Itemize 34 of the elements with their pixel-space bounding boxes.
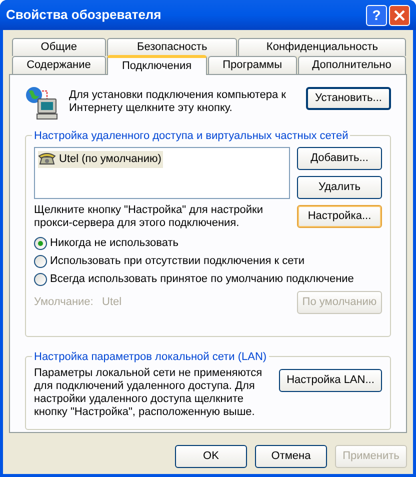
connection-item[interactable]: Utel (по умолчанию) [38, 151, 164, 168]
radio-label: Никогда не использовать [50, 236, 179, 251]
window-title: Свойства обозревателя [6, 6, 162, 24]
tab[interactable]: Содержание [12, 56, 106, 74]
default-label: Умолчание: [34, 295, 94, 310]
dialup-button[interactable]: Удалить [297, 176, 382, 199]
help-button[interactable]: ? [366, 4, 387, 26]
close-icon [394, 10, 405, 20]
tab[interactable]: Программы [208, 56, 297, 74]
tab[interactable]: Подключения [106, 55, 207, 75]
telephone-icon [38, 152, 56, 166]
tab[interactable]: Безопасность [106, 38, 238, 56]
group-legend: Настройка параметров локальной сети (LAN) [32, 349, 269, 366]
group-legend: Настройка удаленного доступа и виртуальных частных сетей [32, 128, 350, 144]
tab[interactable]: Общие [12, 38, 106, 56]
close-button[interactable] [389, 4, 410, 26]
tab[interactable]: Конфиденциальность [238, 38, 406, 56]
proxy-description: Щелкните кнопку "Настройка" для настройки прокси-сервера для этого подключения. [34, 204, 264, 230]
settings-button[interactable]: Настройка... [297, 205, 382, 228]
tab[interactable]: Дополнительно [298, 56, 406, 74]
dialog-button[interactable]: Отмена [255, 445, 327, 468]
setup-description: Для установки подключения компьютера к Интернету щелкните эту кнопку. [69, 89, 287, 115]
computer-globe-icon [25, 86, 59, 120]
radio-button[interactable] [34, 272, 47, 286]
lan-settings-button[interactable]: Настройка LAN... [279, 369, 382, 392]
radio-button[interactable] [34, 254, 47, 268]
radio-button[interactable] [34, 236, 47, 250]
dialup-button[interactable]: Добавить... [297, 147, 382, 170]
default-value: Utel [102, 295, 122, 310]
dialog-button[interactable]: OK [175, 445, 247, 468]
setup-button[interactable]: Установить... [306, 87, 391, 110]
radio-label: Всегда использовать принятое по умолчанию подключение [50, 272, 354, 287]
lan-description: Параметры локальной сети не применяются для подключений удаленного доступа. Для настройки удаленного доступа щелкните кнопку "Настройка", расположенную выше. [34, 367, 264, 419]
radio-label: Использовать при отсутствии подключения к сети [50, 254, 305, 269]
